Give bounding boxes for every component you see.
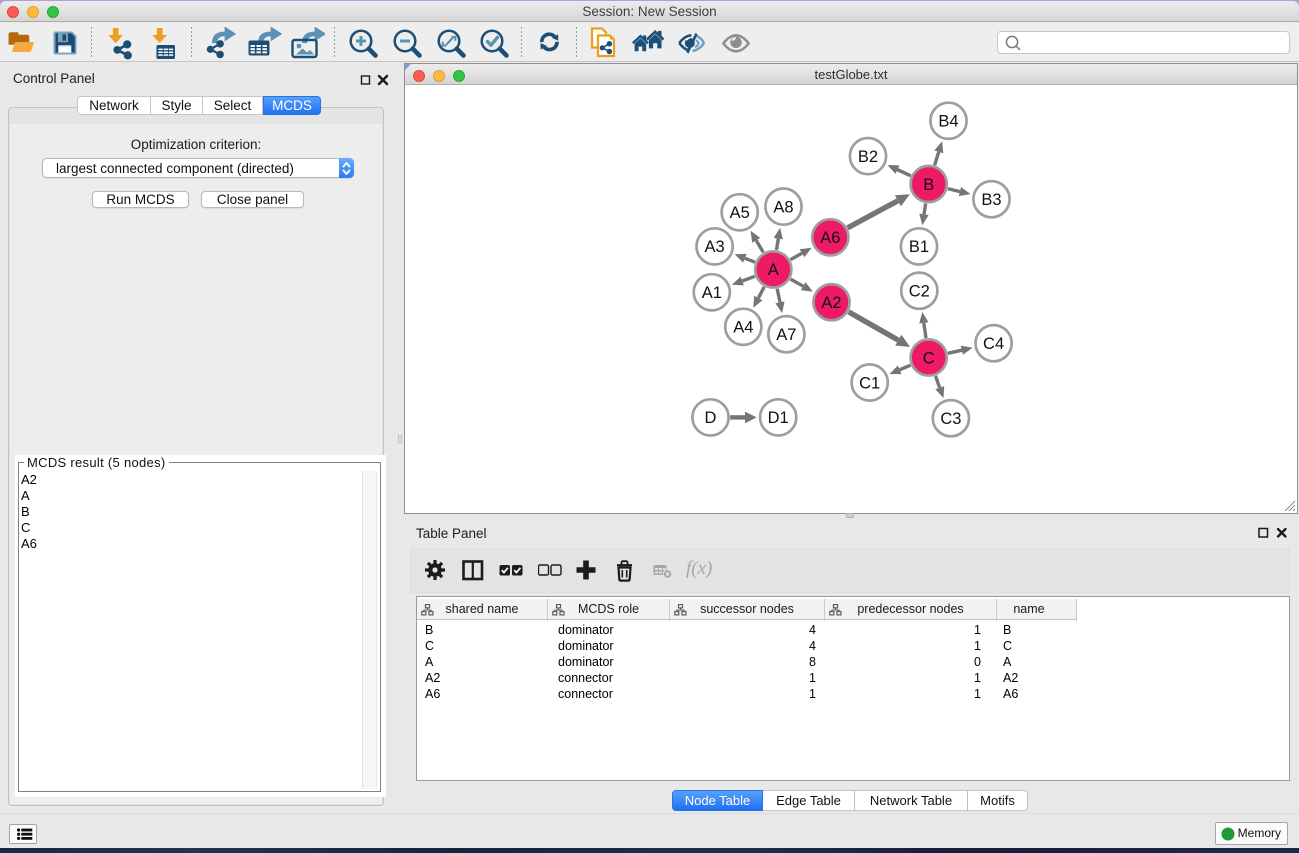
svg-text:D: D [705,409,717,427]
svg-text:A8: A8 [773,198,793,216]
svg-text:A3: A3 [705,238,725,256]
svg-text:B2: B2 [858,148,878,166]
svg-text:B1: B1 [909,238,929,256]
svg-text:A4: A4 [733,319,753,337]
svg-text:C4: C4 [983,335,1004,353]
svg-text:C1: C1 [859,374,880,392]
svg-text:A2: A2 [821,294,841,312]
svg-text:C3: C3 [940,410,961,428]
svg-text:A6: A6 [820,229,840,247]
svg-text:C2: C2 [909,283,930,301]
svg-text:A1: A1 [702,284,722,302]
svg-text:A5: A5 [730,204,750,222]
svg-text:D1: D1 [768,409,789,427]
svg-text:B: B [923,176,934,194]
svg-text:A: A [768,261,779,279]
svg-text:C: C [923,349,935,367]
svg-text:A7: A7 [776,326,796,344]
svg-text:B4: B4 [938,113,958,131]
svg-text:B3: B3 [981,191,1001,209]
